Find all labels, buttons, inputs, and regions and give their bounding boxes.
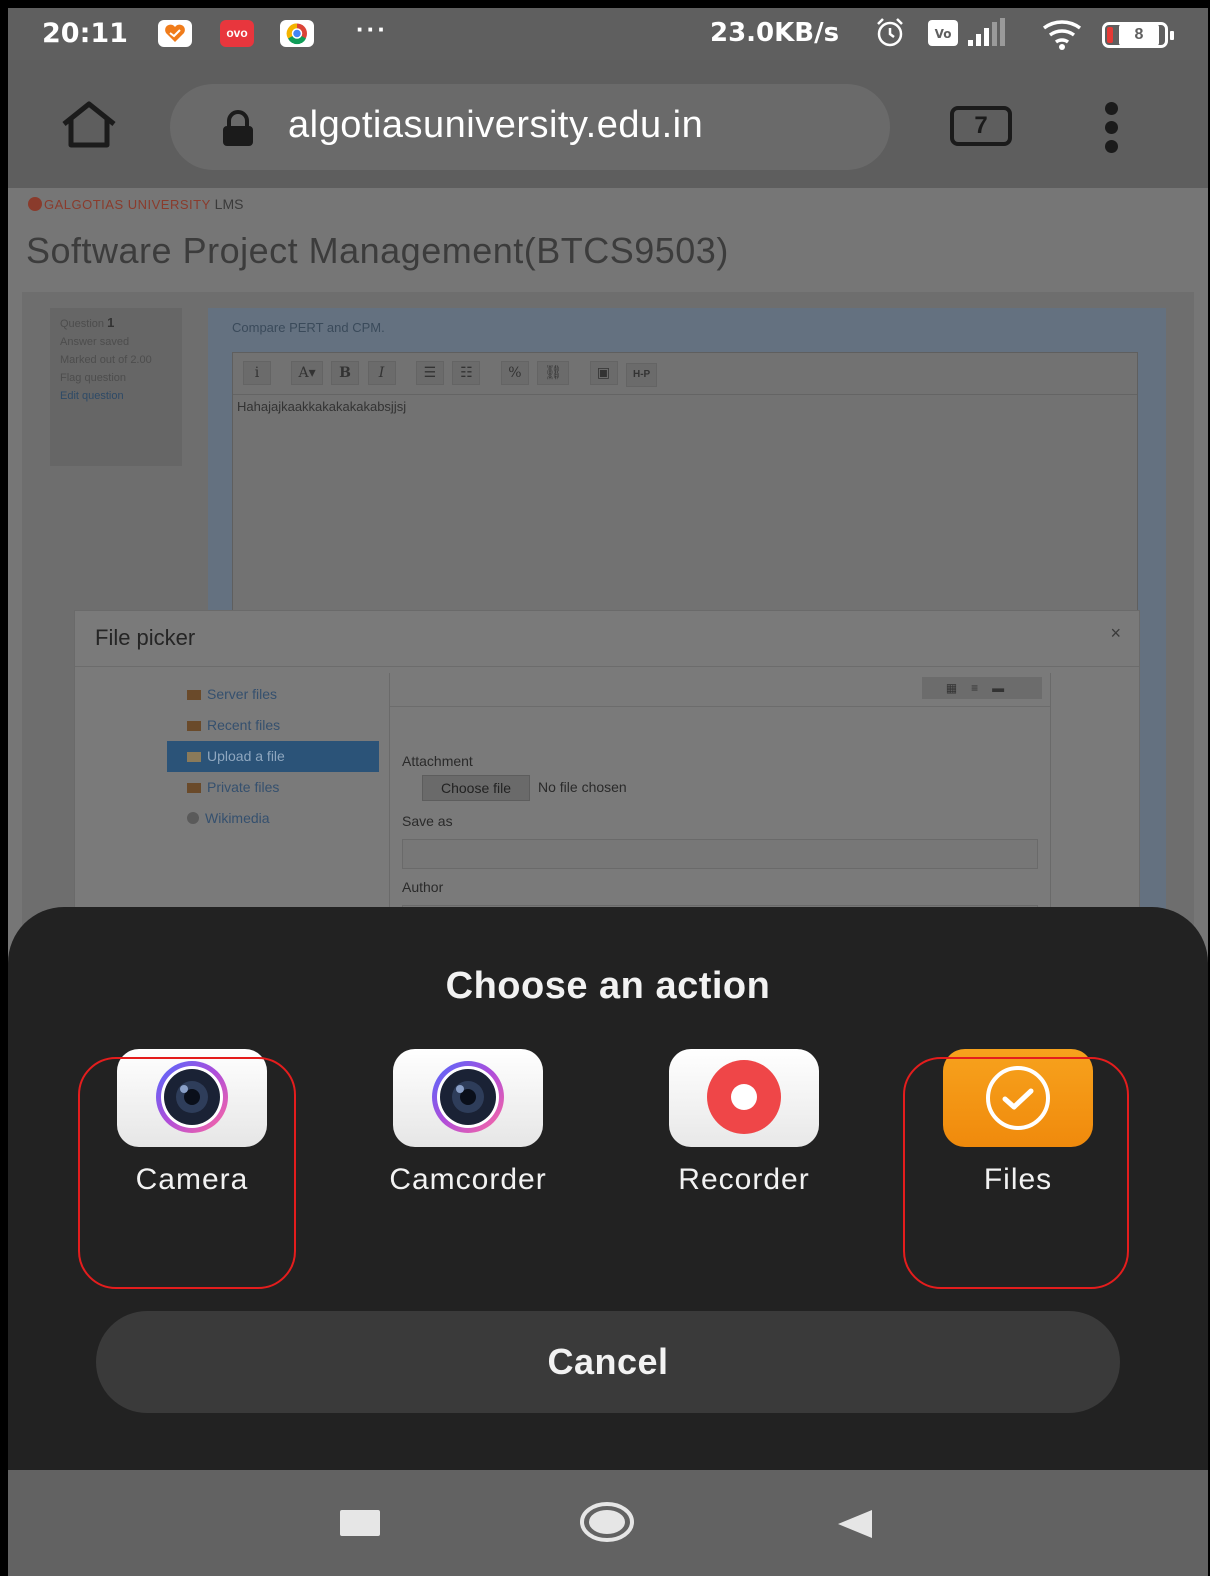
repository-list: Server files Recent files Upload a file … xyxy=(167,679,379,834)
editor-toolbar: i A▾ B I ☰ ☷ % ⛓ ▣ H-P xyxy=(233,353,1137,395)
signal-icon xyxy=(968,18,1005,46)
sheet-title: Choose an action xyxy=(445,965,771,1007)
image-button[interactable]: ▣ xyxy=(589,361,618,385)
answer-text: Hahajajkaakkakakakakabsjjsj xyxy=(237,399,407,414)
h5p-button[interactable]: H-P xyxy=(626,363,658,387)
logo-suffix: LMS xyxy=(214,196,244,212)
logo-mark-icon xyxy=(28,197,42,211)
server-files-icon xyxy=(187,690,201,700)
repo-wikimedia[interactable]: Wikimedia xyxy=(167,803,379,834)
lock-icon xyxy=(223,110,253,146)
back-button[interactable] xyxy=(834,1508,874,1540)
private-files-icon xyxy=(187,783,201,793)
recents-button[interactable] xyxy=(340,1510,380,1536)
bold-button[interactable]: B xyxy=(331,361,360,385)
phone-screen: 20:11 ovo ··· 23.0KB/s Vo 8 algotiasuniv… xyxy=(8,8,1208,1576)
option-camcorder[interactable]: Camcorder xyxy=(368,1049,568,1199)
question-info: Question 1 Answer saved Marked out of 2.… xyxy=(50,308,182,466)
network-speed: 23.0KB/s xyxy=(710,18,840,48)
files-highlight-annotation xyxy=(903,1057,1129,1289)
repo-server-files[interactable]: Server files xyxy=(167,679,379,710)
repo-private-files[interactable]: Private files xyxy=(167,772,379,803)
edit-question-link[interactable]: Edit question xyxy=(60,390,172,403)
upload-icon xyxy=(187,752,201,762)
alarm-icon xyxy=(877,18,903,47)
question-status: Answer saved xyxy=(60,336,130,348)
lms-logo: GALGOTIAS UNIVERSITY LMS xyxy=(28,196,243,212)
camera-highlight-annotation xyxy=(78,1057,296,1289)
close-icon[interactable]: × xyxy=(1110,623,1121,644)
view-mode-icons[interactable]: ▦≡▬ xyxy=(922,677,1042,699)
no-file-chosen-text: No file chosen xyxy=(538,779,627,795)
choose-action-sheet: Choose an action Camera Camcorder Record… xyxy=(8,907,1208,1470)
logo-brand: GALGOTIAS UNIVERSITY xyxy=(44,197,211,212)
battery-icon: 8 xyxy=(1102,22,1174,48)
home-button[interactable] xyxy=(58,100,120,150)
file-picker-title: File picker xyxy=(95,625,196,650)
link-button[interactable]: % xyxy=(500,361,529,385)
question-number: 1 xyxy=(107,315,115,330)
question-marks: Marked out of 2.00 xyxy=(60,354,152,366)
browser-menu-button[interactable] xyxy=(1096,100,1130,156)
attachment-label: Attachment xyxy=(402,753,473,769)
wikimedia-icon xyxy=(187,812,199,824)
volte-icon: Vo xyxy=(928,20,958,46)
bullet-list-button[interactable]: ☰ xyxy=(415,361,444,385)
repo-recent-files[interactable]: Recent files xyxy=(167,710,379,741)
save-as-input[interactable] xyxy=(402,839,1038,869)
save-as-label: Save as xyxy=(402,813,453,829)
cancel-button[interactable]: Cancel xyxy=(96,1311,1120,1413)
author-label: Author xyxy=(402,879,444,895)
home-circle-button[interactable] xyxy=(578,1500,636,1544)
course-title: Software Project Management(BTCS9503) xyxy=(26,230,729,271)
file-picker-header: File picker × xyxy=(75,611,1139,667)
font-size-button[interactable]: A▾ xyxy=(291,361,323,385)
recorder-icon xyxy=(669,1049,819,1147)
tab-switcher-button[interactable]: 7 xyxy=(950,106,1012,146)
status-bar: 20:11 ovo ··· 23.0KB/s Vo 8 xyxy=(8,8,1208,60)
svg-text:Vo: Vo xyxy=(935,27,952,41)
battery-level: 8 xyxy=(1119,24,1159,46)
flag-question-link[interactable]: Flag question xyxy=(60,372,172,385)
more-notifications-icon: ··· xyxy=(356,14,388,44)
chrome-app-icon xyxy=(280,20,314,47)
option-camcorder-label: Camcorder xyxy=(389,1163,547,1196)
url-text: algotiasuniversity.edu.in xyxy=(288,104,704,146)
wifi-icon xyxy=(1042,20,1082,50)
choose-file-button[interactable]: Choose file xyxy=(422,775,530,801)
url-bar[interactable]: algotiasuniversity.edu.in xyxy=(170,84,890,170)
view-bar: ▦≡▬ xyxy=(390,673,1050,707)
status-time: 20:11 xyxy=(42,18,128,49)
numbered-list-button[interactable]: ☷ xyxy=(452,361,481,385)
option-recorder[interactable]: Recorder xyxy=(644,1049,844,1199)
recent-files-icon xyxy=(187,721,201,731)
unlink-button[interactable]: ⛓ xyxy=(537,361,570,385)
browser-toolbar: algotiasuniversity.edu.in 7 xyxy=(8,60,1208,188)
toolbar-toggle-button[interactable]: i xyxy=(243,361,271,385)
italic-button[interactable]: I xyxy=(367,361,396,385)
system-nav-bar xyxy=(8,1470,1208,1576)
question-text: Compare PERT and CPM. xyxy=(232,320,385,335)
camcorder-icon xyxy=(393,1049,543,1147)
oyo-app-icon: ovo xyxy=(220,20,254,47)
option-recorder-label: Recorder xyxy=(678,1163,810,1196)
question-label: Question xyxy=(60,318,105,330)
heart-app-icon xyxy=(158,20,192,47)
repo-upload-a-file[interactable]: Upload a file xyxy=(167,741,379,772)
